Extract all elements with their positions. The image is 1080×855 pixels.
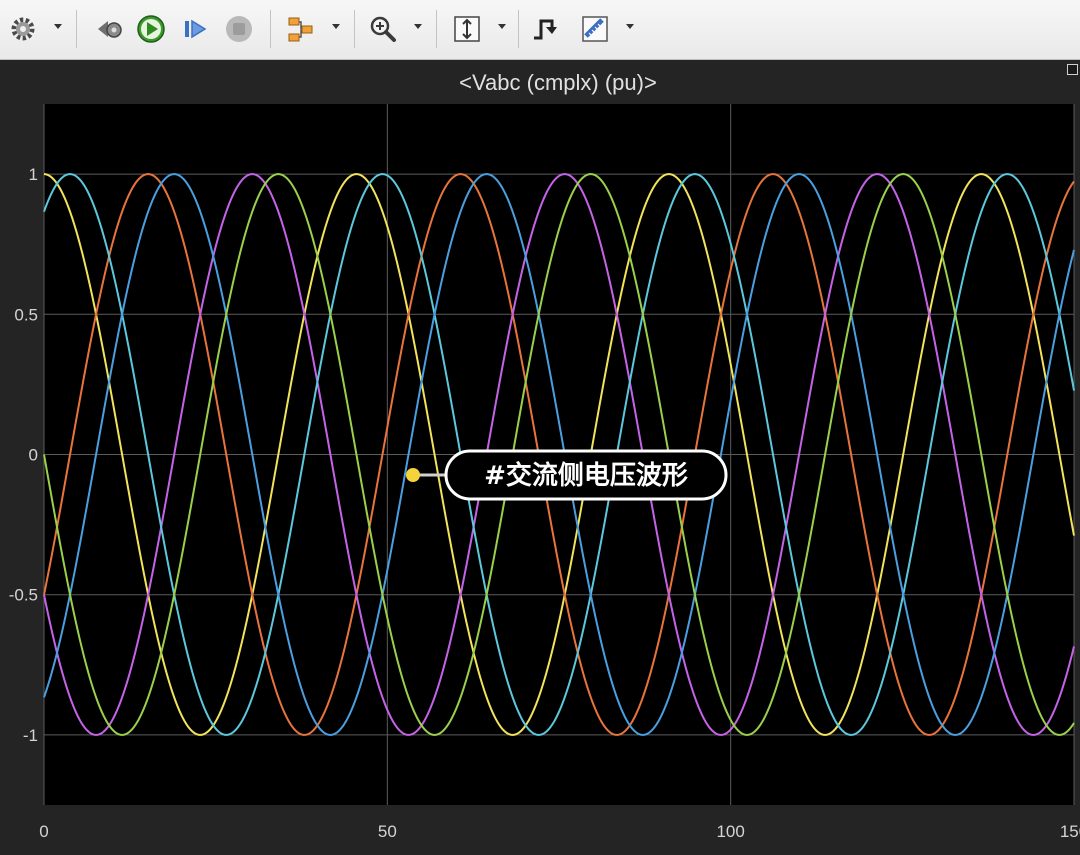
annotation-callout: #交流侧电压波形 [406, 449, 728, 501]
settings-dropdown-icon[interactable] [54, 24, 62, 29]
y-tick-label: -0.5 [9, 586, 38, 605]
trigger-icon [534, 19, 557, 40]
scale-axes-button[interactable] [450, 12, 484, 46]
step-forward-icon [185, 19, 207, 39]
run-icon [137, 15, 165, 43]
x-tick-label: 150 [1060, 822, 1080, 841]
highlight-in-model-button[interactable] [284, 12, 318, 46]
plot-title: <Vabc (cmplx) (pu)> [459, 70, 657, 95]
x-tick-label: 0 [39, 822, 48, 841]
y-tick-label: 0 [29, 446, 38, 465]
scope-figure: <Vabc (cmplx) (pu)> 0 50 100 150 1 0.5 0 -0.5 -1… [0, 60, 1080, 855]
ruler-icon [582, 16, 608, 42]
toolbar-separator [436, 10, 437, 48]
measurements-button[interactable] [578, 12, 612, 46]
x-tick-label: 50 [378, 822, 397, 841]
toolbar-separator [518, 10, 519, 48]
toolbar-separator [270, 10, 271, 48]
stop-icon [226, 16, 252, 42]
gear-icon [11, 17, 35, 41]
y-tick-label: 0.5 [14, 305, 38, 324]
highlight-dropdown-icon[interactable] [332, 24, 340, 29]
triggers-button[interactable] [528, 12, 562, 46]
scope-toolbar [0, 0, 1080, 60]
toolbar-separator [354, 10, 355, 48]
zoom-in-icon [370, 16, 396, 42]
scale-axes-icon [454, 16, 480, 42]
settings-button[interactable] [6, 12, 40, 46]
step-forward-button[interactable] [178, 12, 212, 46]
callout-marker [406, 468, 420, 482]
scale-axes-dropdown-icon[interactable] [498, 24, 506, 29]
y-tick-label: 1 [29, 165, 38, 184]
scope-plot: <Vabc (cmplx) (pu)> 0 50 100 150 1 0.5 0 -0.5 -1… [9, 70, 1080, 841]
step-back-button[interactable] [92, 12, 126, 46]
stop-button[interactable] [222, 12, 256, 46]
zoom-button[interactable] [366, 12, 400, 46]
run-button[interactable] [134, 12, 168, 46]
step-back-icon [98, 21, 122, 38]
toolbar-separator [76, 10, 77, 48]
y-tick-label: -1 [23, 726, 38, 745]
block-diagram-icon [288, 17, 313, 42]
callout-text: #交流侧电压波形 [484, 460, 688, 491]
expand-icon[interactable] [1067, 64, 1078, 75]
zoom-dropdown-icon[interactable] [414, 24, 422, 29]
measurements-dropdown-icon[interactable] [626, 24, 634, 29]
x-tick-label: 100 [716, 822, 744, 841]
